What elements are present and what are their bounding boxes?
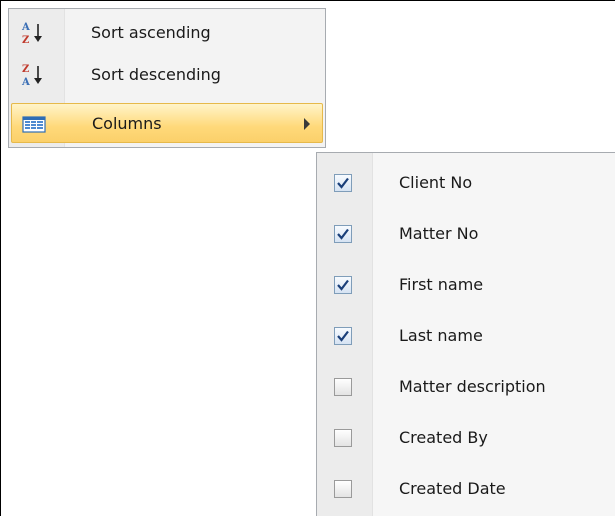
column-toggle-item[interactable]: Last name [317, 310, 615, 361]
column-label: Matter description [399, 377, 546, 396]
column-label: Created By [399, 428, 488, 447]
column-toggle-item[interactable]: Created Date [317, 463, 615, 514]
column-toggle-item[interactable]: First name [317, 259, 615, 310]
checkmark-icon [337, 177, 349, 189]
frame-border-top [0, 0, 615, 1]
sort-ascending-label: Sort ascending [91, 23, 211, 42]
columns-icon [20, 110, 48, 138]
screen: A Z Sort ascending Z A Sort descending C… [0, 0, 615, 516]
column-checkbox[interactable] [334, 429, 352, 447]
column-label: Created Date [399, 479, 506, 498]
sort-ascending-icon: A Z [19, 19, 47, 47]
column-label: Client No [399, 173, 473, 192]
column-label: Matter No [399, 224, 479, 243]
column-checkbox[interactable] [334, 225, 352, 243]
sort-descending-icon: Z A [19, 61, 47, 89]
column-toggle-item[interactable]: Matter No [317, 208, 615, 259]
sort-descending-label: Sort descending [91, 65, 221, 84]
svg-text:Z: Z [22, 35, 29, 46]
checkmark-icon [337, 330, 349, 342]
column-toggle-item[interactable]: Created By [317, 412, 615, 463]
svg-text:A: A [21, 22, 30, 33]
sort-ascending-item[interactable]: A Z Sort ascending [11, 13, 323, 53]
checkmark-icon [337, 279, 349, 291]
column-checkbox[interactable] [334, 276, 352, 294]
columns-item[interactable]: Columns [11, 103, 323, 143]
column-toggle-item[interactable]: Client No [317, 157, 615, 208]
svg-text:A: A [21, 77, 30, 88]
frame-border-left [0, 0, 1, 516]
column-toggle-item[interactable]: Matter description [317, 361, 615, 412]
svg-text:Z: Z [22, 64, 29, 75]
columns-label: Columns [92, 114, 162, 133]
column-label: Last name [399, 326, 483, 345]
column-label: First name [399, 275, 484, 294]
checkmark-icon [337, 228, 349, 240]
column-checkbox[interactable] [334, 327, 352, 345]
column-checkbox[interactable] [334, 378, 352, 396]
context-menu: A Z Sort ascending Z A Sort descending C… [8, 8, 326, 148]
submenu-arrow-icon [304, 118, 310, 130]
column-checkbox[interactable] [334, 174, 352, 192]
sort-descending-item[interactable]: Z A Sort descending [11, 55, 323, 95]
columns-submenu: Client No Matter No First name Last name Mat… [316, 152, 615, 516]
column-checkbox[interactable] [334, 480, 352, 498]
